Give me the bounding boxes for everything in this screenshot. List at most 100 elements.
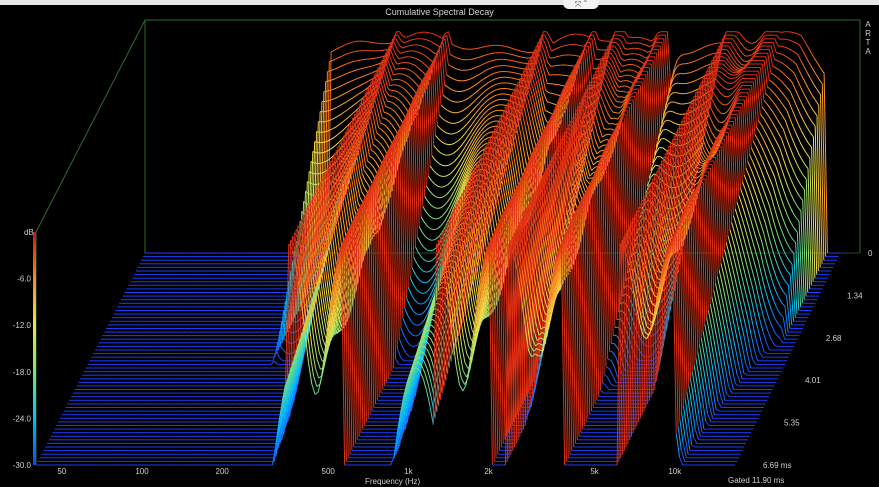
slice-segment (472, 123, 477, 130)
slice-segment (787, 186, 792, 195)
slice-segment (684, 102, 688, 105)
slice-segment (564, 44, 568, 47)
slice-segment (330, 136, 335, 140)
slice-segment (773, 92, 778, 98)
slice-segment (428, 32, 433, 35)
slice-segment (455, 121, 459, 124)
slice-segment (794, 51, 798, 55)
slice-segment (593, 121, 598, 134)
slice-segment (784, 177, 789, 187)
slice-segment (731, 38, 737, 44)
slice-segment (427, 249, 431, 252)
slice-segment (757, 120, 763, 126)
slice-segment (369, 155, 373, 159)
slice-segment (614, 81, 619, 88)
slice-segment (764, 110, 769, 117)
slice-segment (783, 105, 788, 111)
slice-segment (795, 190, 800, 197)
slice-segment (798, 124, 803, 132)
slice-segment (582, 34, 586, 37)
slice-segment (477, 47, 482, 49)
slice-segment (367, 65, 372, 68)
slice-segment (803, 93, 808, 101)
slice-segment (373, 57, 377, 59)
slice-segment (470, 67, 475, 70)
slice-segment (602, 111, 607, 121)
slice-segment (413, 64, 417, 68)
slice-segment (788, 232, 793, 239)
slice-segment (622, 36, 627, 44)
slice-segment (375, 146, 380, 151)
slice-segment (407, 83, 412, 88)
slice-segment (456, 79, 460, 82)
slice-segment (472, 75, 477, 79)
slice-segment (466, 104, 471, 109)
slice-segment (385, 118, 389, 122)
slice-segment (400, 109, 405, 116)
slice-segment (403, 50, 408, 53)
slice-segment (731, 61, 736, 67)
slice-segment (406, 35, 410, 38)
slice-segment (801, 131, 806, 138)
slice-segment (803, 120, 808, 128)
slice-segment (557, 46, 562, 49)
slice-segment (702, 65, 707, 68)
slice-segment (494, 99, 498, 102)
slice-segment (554, 47, 559, 50)
slice-segment (761, 213, 766, 224)
slice-segment (474, 103, 479, 108)
slice-segment (362, 74, 367, 77)
slice-segment (390, 114, 395, 119)
slice-segment (771, 248, 776, 260)
slice-segment (629, 42, 633, 44)
slice-segment (397, 91, 402, 95)
slice-segment (359, 90, 363, 95)
slice-segment (469, 128, 474, 135)
slice-segment (625, 64, 630, 66)
slice-segment (437, 185, 442, 188)
slice-segment (405, 90, 410, 95)
slice-segment (725, 88, 730, 91)
slice-segment (342, 119, 347, 123)
slice-segment (447, 86, 452, 90)
slice-segment (757, 161, 762, 171)
slice-segment (676, 112, 680, 115)
slice-segment (615, 42, 620, 47)
slice-segment (785, 75, 790, 80)
slice-segment (709, 43, 714, 46)
slice-segment (470, 131, 475, 138)
slice-segment (783, 291, 787, 296)
slice-segment (375, 161, 380, 168)
slice-segment (761, 125, 766, 132)
slice-segment (627, 48, 632, 50)
slice-segment (392, 95, 397, 99)
slice-segment (476, 56, 480, 59)
slice-segment (756, 212, 761, 224)
slice-segment (475, 129, 480, 135)
slice-segment (401, 79, 405, 83)
slice-segment (750, 147, 755, 155)
slice-segment (808, 62, 813, 69)
slice-segment (371, 121, 376, 139)
slice-segment (366, 73, 370, 76)
slice-segment (801, 103, 806, 111)
slice-segment (465, 133, 471, 139)
slice-segment (788, 204, 794, 213)
slice-segment (346, 81, 351, 84)
slice-segment (490, 73, 494, 76)
slice-segment (817, 63, 822, 69)
slice-segment (614, 117, 618, 120)
slice-segment (444, 84, 449, 88)
slice-segment (444, 184, 449, 187)
slice-segment (768, 204, 773, 217)
slice-segment (411, 56, 416, 59)
slice-segment (626, 80, 631, 82)
slice-segment (700, 75, 705, 79)
slice-segment (777, 132, 783, 140)
slice-segment (409, 44, 413, 47)
slice-segment (667, 140, 672, 144)
slice-segment (438, 162, 442, 166)
slice-segment (776, 141, 781, 149)
slice-segment (777, 77, 782, 82)
slice-segment (738, 68, 742, 70)
